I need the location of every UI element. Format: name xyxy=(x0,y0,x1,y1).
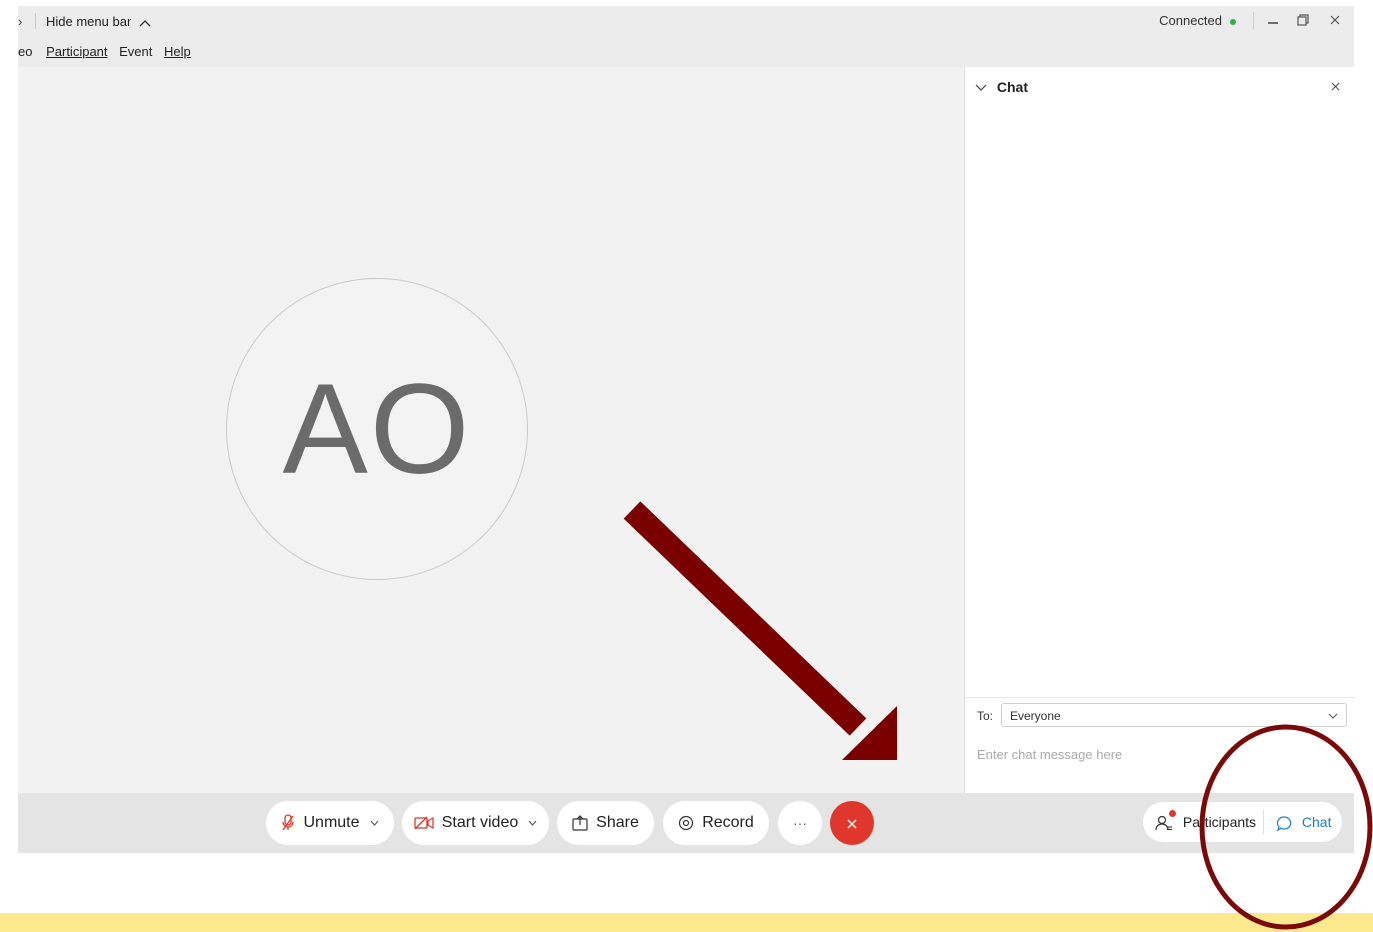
connection-status-dot xyxy=(1230,18,1236,25)
chat-toggle-label: Chat xyxy=(1301,814,1332,830)
title-fragment: › xyxy=(18,14,23,29)
menu-item-help[interactable]: Help xyxy=(164,44,191,59)
participants-icon xyxy=(1155,816,1172,831)
title-bar: › Hide menu bar Connected xyxy=(18,6,1354,36)
close-icon xyxy=(1330,15,1340,25)
avatar-initials: AO xyxy=(282,357,472,501)
restore-button[interactable] xyxy=(1292,10,1314,32)
chat-toggle-button[interactable]: Chat xyxy=(1276,802,1340,842)
menu-item-event[interactable]: Event xyxy=(119,44,152,59)
unmute-button[interactable]: Unmute xyxy=(266,801,394,845)
leave-meeting-button[interactable] xyxy=(830,801,874,845)
connection-status: Connected xyxy=(1159,13,1236,28)
hide-menu-bar-label: Hide menu bar xyxy=(46,14,132,29)
window-close-button[interactable] xyxy=(1324,10,1346,32)
participants-button[interactable]: Participants xyxy=(1155,802,1261,842)
video-off-icon xyxy=(414,816,434,830)
chat-to-label: To: xyxy=(977,709,994,723)
chat-recipient-value: Everyone xyxy=(1010,709,1061,723)
title-separator xyxy=(1253,12,1254,30)
minimize-icon xyxy=(1268,22,1278,24)
more-options-button[interactable]: ··· xyxy=(778,801,822,845)
meeting-controls-bar: Unmute Start video Share Record ··· Part… xyxy=(18,793,1354,853)
menu-item-video[interactable]: eo xyxy=(18,44,32,59)
participants-notification-dot xyxy=(1169,810,1176,817)
muted-microphone-icon xyxy=(282,814,295,831)
record-label: Record xyxy=(702,814,754,831)
record-icon xyxy=(679,815,694,831)
unmute-label: Unmute xyxy=(303,814,360,831)
title-divider xyxy=(35,13,36,29)
panel-toggle-group: Participants Chat xyxy=(1143,802,1342,842)
chevron-down-icon xyxy=(1328,713,1338,719)
share-button[interactable]: Share xyxy=(557,801,654,845)
chat-panel-header[interactable]: Chat xyxy=(975,79,1028,95)
chat-panel-close-button[interactable] xyxy=(1330,79,1341,95)
chat-compose-area: To: Everyone xyxy=(965,697,1355,794)
restore-icon xyxy=(1297,14,1309,26)
menu-item-participant[interactable]: Participant xyxy=(46,44,107,59)
share-icon xyxy=(572,815,588,831)
participants-label: Participants xyxy=(1182,814,1257,830)
chevron-down-icon xyxy=(528,820,537,826)
chevron-down-icon xyxy=(370,820,378,826)
chat-bubble-icon xyxy=(1276,816,1292,832)
chat-panel-title: Chat xyxy=(996,79,1029,95)
video-stage: AO xyxy=(18,67,964,793)
record-button[interactable]: Record xyxy=(663,801,769,845)
chat-recipient-select[interactable]: Everyone xyxy=(1001,703,1347,727)
bottom-highlight-bar xyxy=(0,913,1373,932)
start-video-label: Start video xyxy=(441,814,519,831)
close-icon xyxy=(847,819,857,829)
menu-item-participant-label: Participant xyxy=(46,44,108,59)
minimize-button[interactable] xyxy=(1262,10,1284,32)
share-label: Share xyxy=(596,814,639,831)
more-options-icon: ··· xyxy=(793,815,807,831)
menu-bar: eo Participant Event Help xyxy=(18,36,1354,67)
hide-menu-bar-button[interactable]: Hide menu bar xyxy=(46,14,151,29)
close-icon xyxy=(1331,82,1340,91)
participant-avatar: AO xyxy=(226,278,528,580)
connection-status-label: Connected xyxy=(1159,13,1222,28)
start-video-button[interactable]: Start video xyxy=(402,801,549,845)
chevron-up-icon xyxy=(139,19,151,27)
chevron-down-icon xyxy=(975,84,987,92)
chat-panel: Chat To: Everyone xyxy=(964,67,1355,793)
toggle-divider xyxy=(1263,810,1264,834)
chat-message-input[interactable] xyxy=(975,738,1339,770)
menu-item-help-label: Help xyxy=(164,44,191,59)
meeting-window: › Hide menu bar Connected eo Participant… xyxy=(18,6,1355,853)
